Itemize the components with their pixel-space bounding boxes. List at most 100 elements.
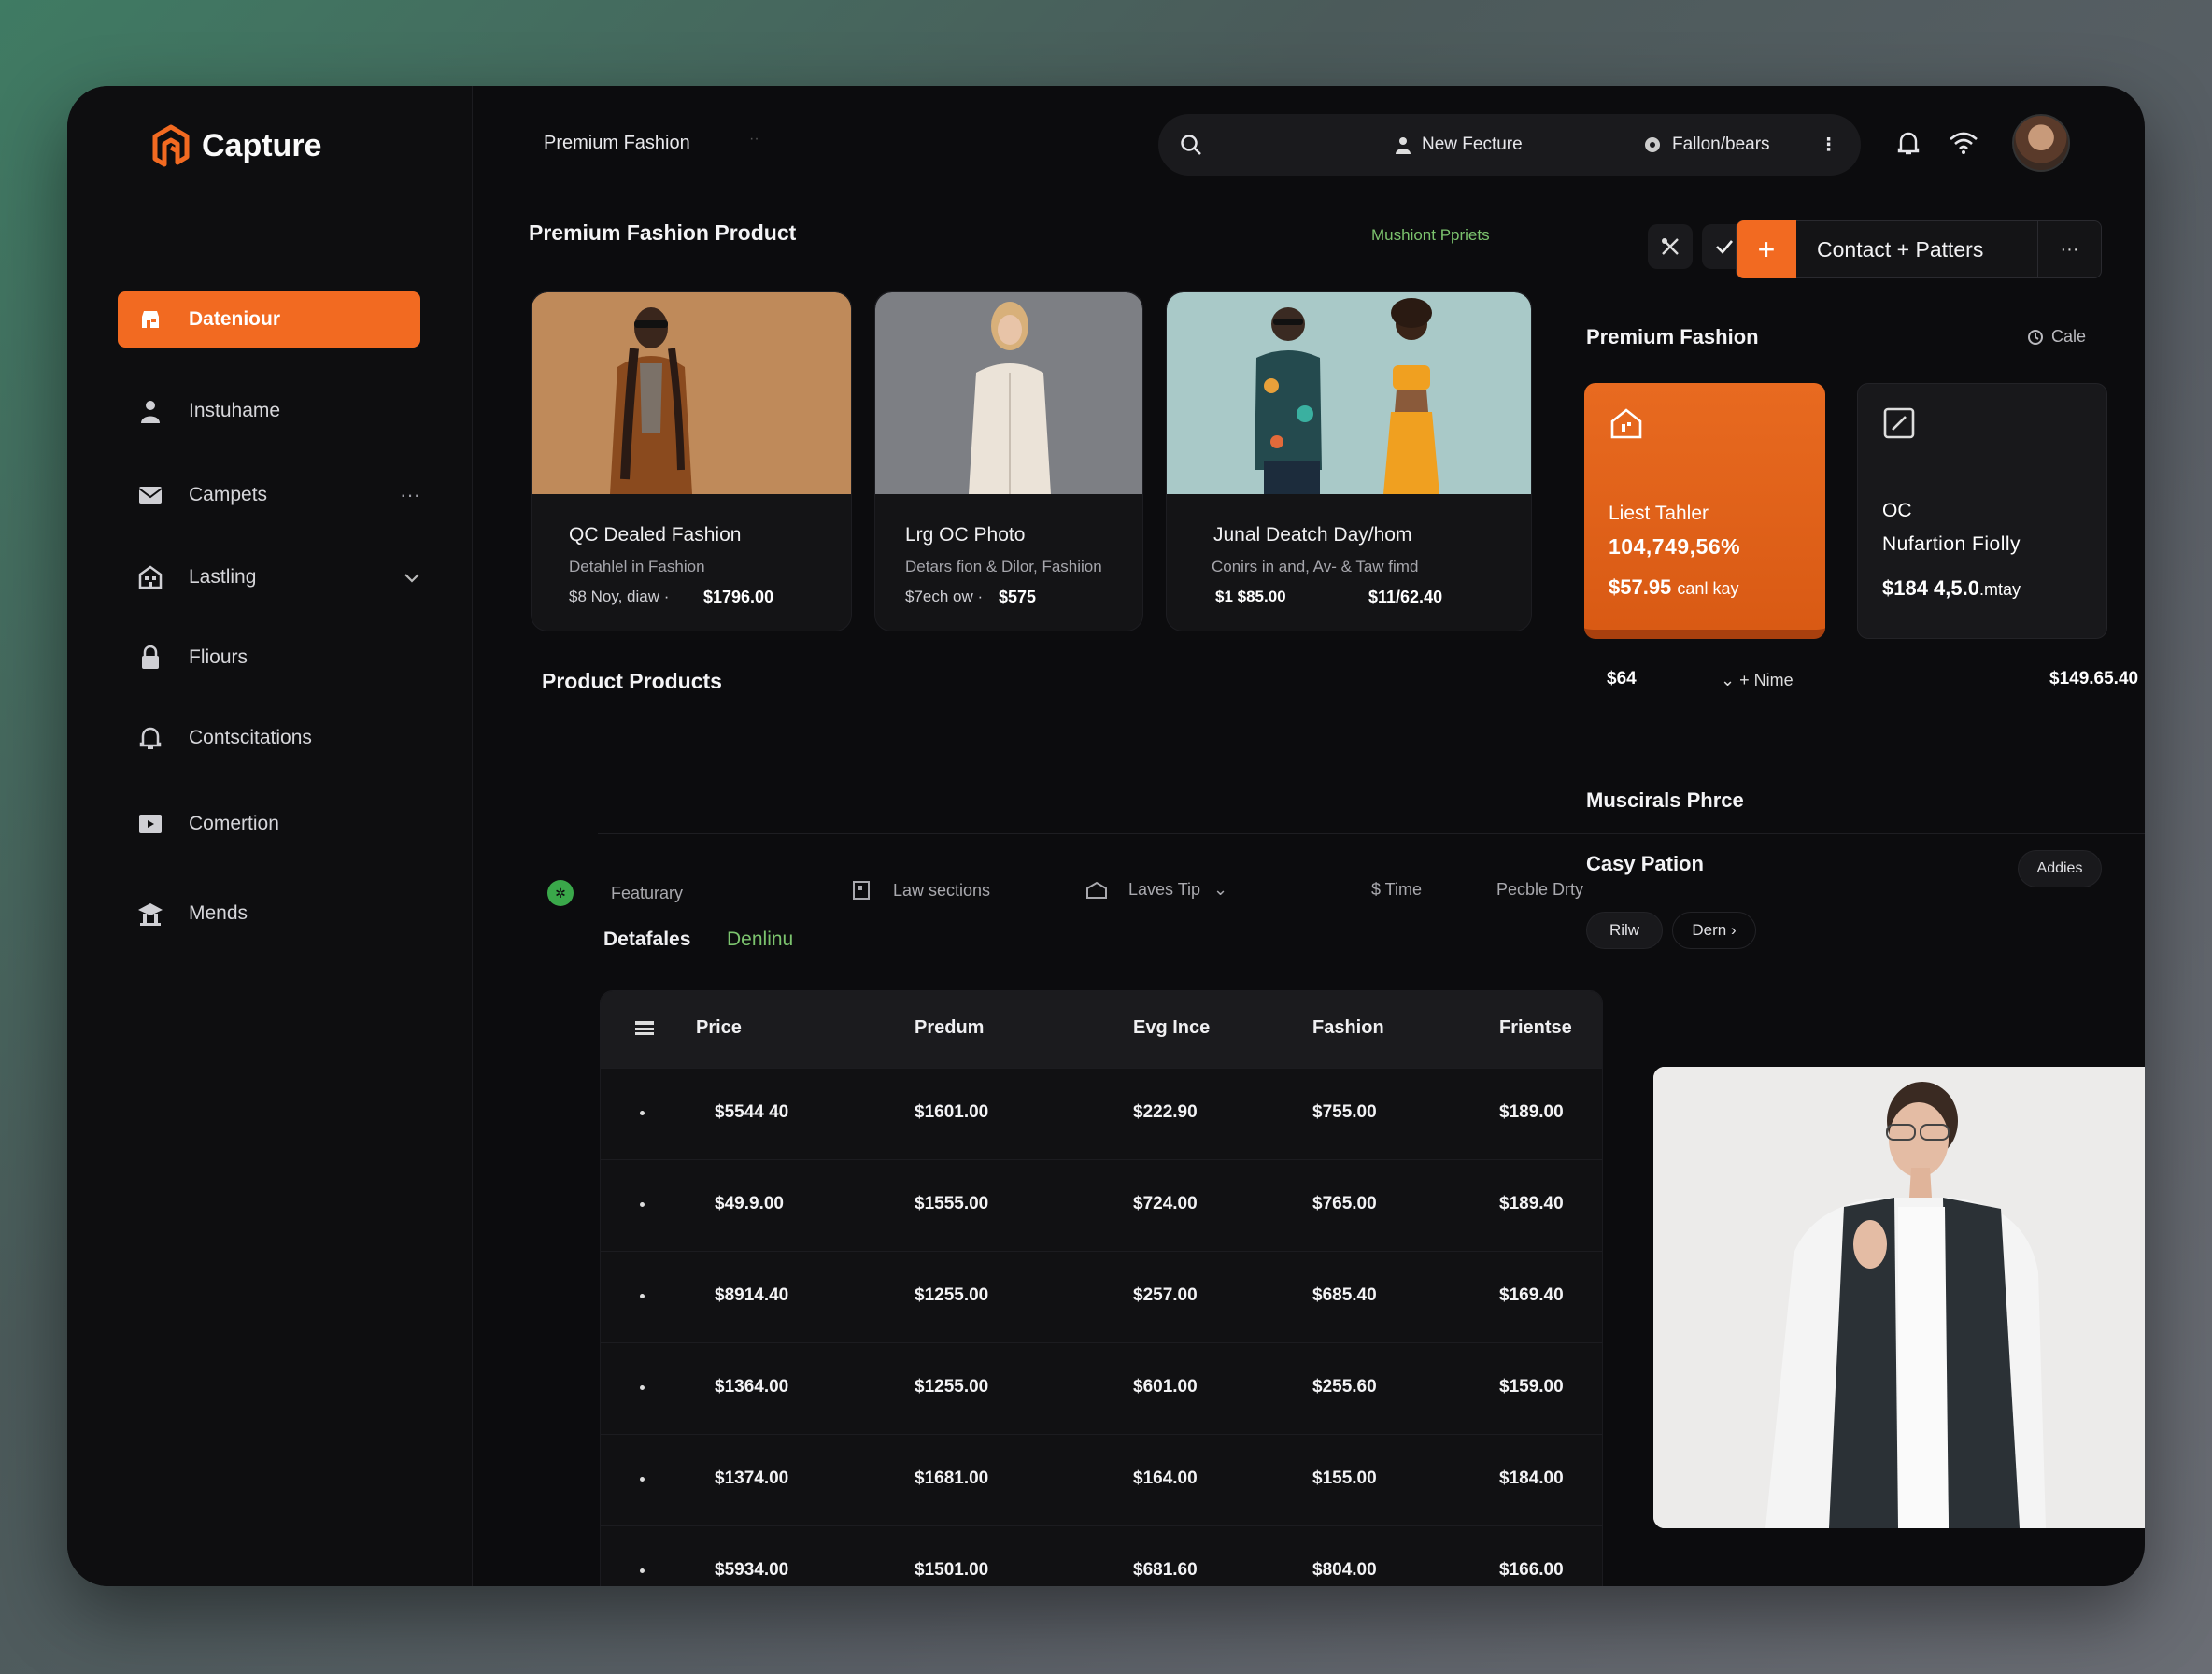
stat-card-liest-tahler[interactable]: Liest Tahler 104,749,56% $57.95 canl kay bbox=[1584, 383, 1825, 639]
cell: $1681.00 bbox=[915, 1468, 989, 1488]
cell: $1501.00 bbox=[915, 1560, 989, 1580]
table-row[interactable]: $49.9.00 $1555.00 $724.00 $765.00 $189.4… bbox=[601, 1159, 1602, 1251]
cell: $601.00 bbox=[1133, 1377, 1198, 1397]
sidebar: Capture Dateniour Instuhame Campets ··· … bbox=[67, 86, 473, 1586]
sidebar-item-instuhame[interactable]: Instuhame bbox=[118, 383, 420, 439]
cell: $5544 40 bbox=[715, 1102, 789, 1122]
product-image bbox=[875, 292, 1142, 494]
sidebar-item-fliours[interactable]: Fliours bbox=[118, 630, 420, 686]
tab-denlinu[interactable]: Denlinu bbox=[727, 929, 793, 951]
casy-pation-heading: Casy Pation bbox=[1586, 852, 1704, 875]
col-header-evg-ince[interactable]: Evg Ince bbox=[1133, 1017, 1210, 1039]
cell: $189.00 bbox=[1499, 1102, 1564, 1122]
sidebar-item-campets[interactable]: Campets ··· bbox=[118, 467, 420, 523]
muscirals-heading: Muscirals Phrce bbox=[1586, 788, 1744, 812]
list-icon[interactable] bbox=[634, 1019, 655, 1041]
col-header-fashion[interactable]: Fashion bbox=[1312, 1017, 1384, 1039]
stat-price: $184 4,5.0.mtay bbox=[1882, 576, 2021, 600]
kebab-icon[interactable]: ⋮ bbox=[1820, 135, 1837, 156]
filter-label: Featurary bbox=[611, 883, 684, 902]
product-card[interactable]: Junal Deatch Day/hom Conirs in and, Av- … bbox=[1166, 291, 1532, 631]
table-row[interactable]: $1374.00 $1681.00 $164.00 $155.00 $184.0… bbox=[601, 1434, 1602, 1525]
user-icon bbox=[1396, 137, 1411, 154]
store-icon bbox=[136, 305, 164, 333]
table-row[interactable]: $8914.40 $1255.00 $257.00 $685.40 $169.4… bbox=[601, 1251, 1602, 1342]
gear-icon bbox=[1645, 137, 1660, 152]
sidebar-item-label: Dateniour bbox=[189, 308, 281, 330]
green-dot-icon: ✲ bbox=[547, 880, 574, 906]
table-row[interactable]: $5934.00 $1501.00 $681.60 $804.00 $166.0… bbox=[601, 1525, 1602, 1586]
addies-button[interactable]: Addies bbox=[2018, 850, 2102, 887]
image-icon bbox=[1086, 881, 1107, 899]
products-table: Price Predum Evg Ince Fashion Frientse $… bbox=[600, 990, 1603, 1586]
premium-footer-mid[interactable]: ⌄ + Nime bbox=[1721, 671, 1794, 690]
cell: $1255.00 bbox=[915, 1285, 989, 1305]
search-pill-fallon[interactable]: Fallon/bears bbox=[1642, 135, 1770, 155]
cell: $1255.00 bbox=[915, 1377, 989, 1397]
premium-heading: Premium Fashion bbox=[1586, 325, 1759, 348]
cell: $49.9.00 bbox=[715, 1194, 784, 1213]
product-title: QC Dealed Fashion bbox=[569, 524, 742, 546]
bell-icon bbox=[136, 724, 164, 752]
chevron-down-icon[interactable] bbox=[404, 565, 420, 589]
stat-card-oc[interactable]: OC Nufartion Fiolly $184 4,5.0.mtay bbox=[1857, 383, 2107, 639]
tab-detafales[interactable]: Detafales bbox=[603, 929, 690, 951]
top-icons bbox=[1894, 129, 1978, 162]
sidebar-item-contscitations[interactable]: Contscitations bbox=[118, 710, 420, 766]
user-avatar[interactable] bbox=[2012, 114, 2070, 172]
sidebar-item-comertion[interactable]: Comertion bbox=[118, 796, 420, 852]
products-link[interactable]: Mushiont Ppriets bbox=[1371, 226, 1490, 245]
filter-featurary[interactable]: ✲ Featurary bbox=[547, 880, 683, 906]
sidebar-item-label: Instuhame bbox=[189, 400, 281, 421]
cell: $1364.00 bbox=[715, 1377, 789, 1397]
sidebar-item-lastling[interactable]: Lastling bbox=[118, 549, 420, 605]
filter-pecble-drty[interactable]: Pecble Drty bbox=[1496, 880, 1583, 900]
product-price: $575 bbox=[999, 588, 1037, 606]
filter-law-sections[interactable]: Law sections bbox=[852, 880, 990, 901]
cell: $804.00 bbox=[1312, 1560, 1377, 1580]
mail-icon bbox=[136, 481, 164, 509]
sidebar-item-dateniour[interactable]: Dateniour bbox=[118, 291, 420, 348]
more-icon[interactable]: ··· bbox=[2037, 220, 2101, 278]
contact-patters-button[interactable]: + Contact + Patters ··· bbox=[1736, 220, 2102, 278]
cell: $755.00 bbox=[1312, 1102, 1377, 1122]
row-bullet bbox=[640, 1111, 645, 1115]
cale-label: Cale bbox=[2051, 327, 2087, 346]
sidebar-item-label: Fliours bbox=[189, 646, 248, 668]
col-header-frientse[interactable]: Frientse bbox=[1499, 1017, 1572, 1039]
table-row[interactable]: $1364.00 $1255.00 $601.00 $255.60 $159.0… bbox=[601, 1342, 1602, 1434]
table-header: Price Predum Evg Ince Fashion Frientse bbox=[601, 991, 1602, 1068]
wifi-icon[interactable] bbox=[1949, 131, 1978, 160]
cell: $155.00 bbox=[1312, 1468, 1377, 1488]
brand[interactable]: Capture bbox=[151, 123, 321, 168]
sidebar-item-label: Comertion bbox=[189, 813, 279, 834]
chip-dern[interactable]: Dern › bbox=[1672, 912, 1756, 949]
cale-link[interactable]: Cale bbox=[2027, 327, 2086, 347]
product-card[interactable]: QC Dealed Fashion Detahlel in Fashion $8… bbox=[531, 291, 852, 631]
filter-time[interactable]: $ Time bbox=[1371, 880, 1422, 900]
filter-laves-tip[interactable]: Laves Tip ⌄ bbox=[1085, 880, 1227, 900]
sidebar-item-mends[interactable]: Mends bbox=[118, 886, 420, 942]
user-icon bbox=[136, 397, 164, 425]
search-icon[interactable] bbox=[1179, 133, 1203, 162]
table-row[interactable]: $5544 40 $1601.00 $222.90 $755.00 $189.0… bbox=[601, 1068, 1602, 1159]
chip-rilw[interactable]: Rilw bbox=[1586, 912, 1663, 949]
more-icon[interactable]: ··· bbox=[400, 483, 420, 507]
col-header-price[interactable]: Price bbox=[696, 1017, 742, 1039]
capture-logo-icon bbox=[152, 124, 190, 167]
search-pill-new-fecture[interactable]: New Fecture bbox=[1394, 135, 1523, 155]
product-card[interactable]: Lrg OC Photo Detars fion & Dilor, Fashii… bbox=[874, 291, 1143, 631]
cell: $159.00 bbox=[1499, 1377, 1564, 1397]
search-bar[interactable]: New Fecture Fallon/bears ⋮ bbox=[1158, 114, 1861, 176]
cell: $724.00 bbox=[1133, 1194, 1198, 1213]
cell: $765.00 bbox=[1312, 1194, 1377, 1213]
premium-footer-left: $64 bbox=[1607, 669, 1637, 688]
magic-tool-button[interactable] bbox=[1648, 224, 1693, 269]
cell: $189.40 bbox=[1499, 1194, 1564, 1213]
row-bullet bbox=[640, 1385, 645, 1390]
cell: $1555.00 bbox=[915, 1194, 989, 1213]
notification-bell-icon[interactable] bbox=[1894, 129, 1922, 162]
premium-footer-right: $149.65.40 bbox=[2049, 669, 2139, 688]
filter-label: Law sections bbox=[893, 880, 991, 900]
col-header-predum[interactable]: Predum bbox=[915, 1017, 984, 1039]
